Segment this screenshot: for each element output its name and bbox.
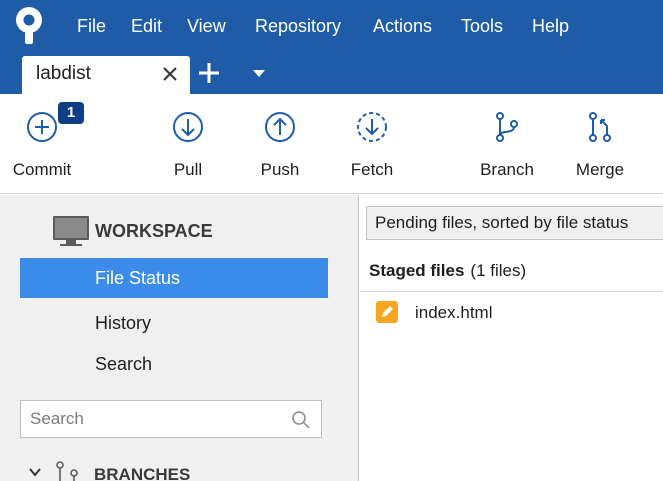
repo-tab-strip: labdist (0, 54, 663, 94)
sourcetree-logo-icon (16, 7, 42, 44)
pull-button[interactable]: Pull (148, 94, 228, 194)
plus-circle-icon (27, 112, 57, 142)
push-label: Push (260, 160, 300, 179)
staged-files-header: Staged files (1 files) (360, 250, 663, 292)
sidebar-item-label: File Status (95, 268, 181, 288)
merge-button[interactable]: Merge (560, 94, 640, 194)
repo-tab-label: labdist (36, 63, 91, 84)
staged-files-title: Staged files (1 files) (369, 261, 526, 281)
merge-label: Merge (575, 160, 625, 179)
plus-icon[interactable] (196, 60, 222, 86)
branch-label: Branch (480, 160, 534, 179)
sidebar-search-box (20, 400, 322, 438)
title-bar: File Edit View Repository Actions Tools … (0, 0, 663, 94)
search-icon[interactable] (291, 410, 311, 430)
chevron-down-icon[interactable] (28, 465, 42, 479)
fetch-button[interactable]: Fetch (332, 94, 412, 194)
arrow-up-circle-icon (265, 112, 295, 142)
menu-edit[interactable]: Edit (131, 16, 162, 37)
sidebar: WORKSPACE File Status History Search BRA… (0, 195, 359, 481)
sidebar-item-label: History (95, 313, 152, 333)
branches-title: BRANCHES (94, 465, 191, 481)
menu-help[interactable]: Help (532, 16, 569, 37)
staged-files-label: Staged files (369, 261, 465, 280)
sidebar-item-file-status[interactable]: File Status (20, 258, 328, 298)
sidebar-item-search[interactable]: Search (20, 344, 328, 384)
pending-count-badge: 1 (58, 102, 84, 124)
fetch-icon (357, 112, 387, 142)
sort-dropdown[interactable]: Pending files, sorted by file status (366, 206, 663, 240)
commit-label: Commit (12, 160, 72, 179)
branch-icon (496, 112, 518, 142)
branches-icon (56, 461, 78, 481)
commit-button[interactable]: 1 Commit (4, 94, 84, 194)
menu-file[interactable]: File (77, 16, 106, 37)
repo-tab[interactable]: labdist (22, 56, 190, 94)
monitor-icon (53, 216, 89, 246)
pull-label: Pull (173, 160, 203, 179)
menu-repository[interactable]: Repository (255, 16, 341, 37)
file-status-panel: Pending files, sorted by file status Sta… (360, 195, 663, 481)
menu-view[interactable]: View (187, 16, 226, 37)
sidebar-search-input[interactable] (21, 401, 281, 437)
arrow-down-circle-icon (173, 112, 203, 142)
modified-file-icon (376, 301, 398, 323)
staged-files-count: (1 files) (470, 261, 527, 280)
fetch-label: Fetch (350, 160, 394, 179)
merge-icon (589, 112, 611, 142)
branch-button[interactable]: Branch (467, 94, 547, 194)
sidebar-item-label: Search (95, 354, 153, 374)
push-button[interactable]: Push (240, 94, 320, 194)
file-name: index.html (415, 303, 493, 322)
tab-dropdown-icon[interactable] (253, 70, 265, 77)
menu-actions[interactable]: Actions (373, 16, 432, 37)
sidebar-item-history[interactable]: History (20, 303, 328, 343)
menu-tools[interactable]: Tools (461, 16, 503, 37)
workspace-title: WORKSPACE (95, 221, 213, 241)
close-icon[interactable] (160, 64, 180, 84)
staged-file-row[interactable]: index.html (360, 297, 663, 329)
toolbar: 1 Commit Pull Push Fetch Branch Merge (0, 94, 663, 194)
